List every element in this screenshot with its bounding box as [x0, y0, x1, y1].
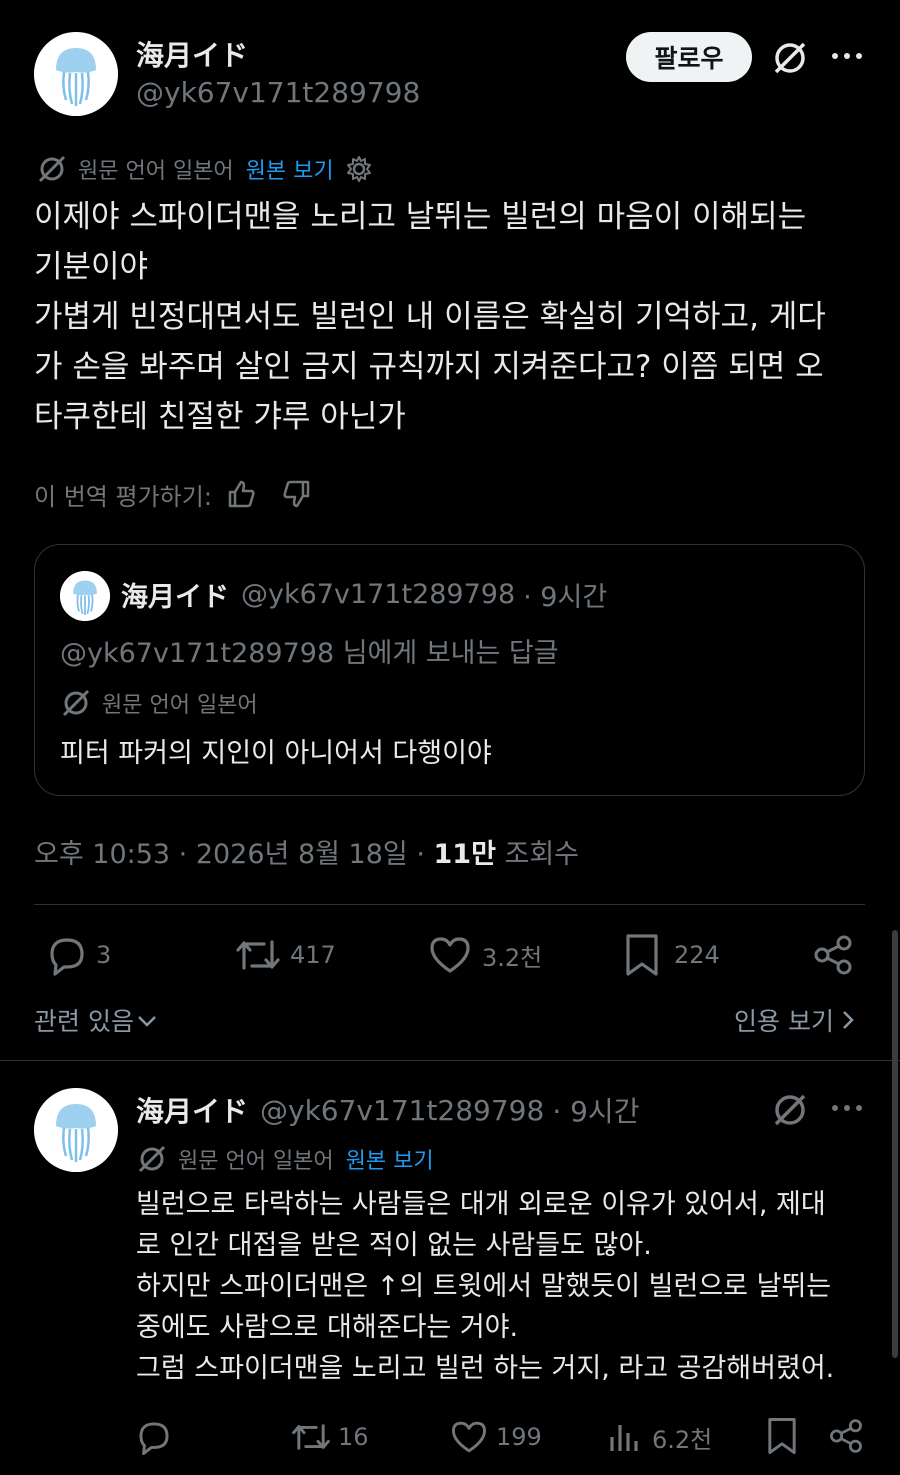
repost-icon — [292, 1424, 330, 1450]
quote-time: · 9시간 — [523, 582, 608, 613]
like-count: 3.2천 — [482, 943, 543, 972]
jellyfish-avatar-icon — [34, 1088, 118, 1172]
more-options-icon[interactable] — [830, 46, 864, 66]
reply-action[interactable]: 3 — [44, 932, 111, 978]
related-label: 관련 있음 — [34, 1007, 134, 1036]
reply-translation-info: 원문 언어 일본어 원본 보기 — [136, 1142, 434, 1176]
quotes-label: 인용 보기 — [734, 1007, 834, 1036]
quote-translation-note: 원문 언어 일본어 — [102, 693, 258, 718]
thumbs-up-icon[interactable] — [226, 478, 258, 510]
related-toggle[interactable]: 관련 있음 — [34, 1002, 158, 1038]
bookmark-icon — [626, 934, 658, 976]
jellyfish-avatar-icon — [60, 571, 110, 621]
quote-reply-to: @yk67v171t289798 님에게 보내는 답글 — [60, 638, 559, 669]
reply-translation-note: 원문 언어 일본어 — [178, 1149, 334, 1174]
jellyfish-avatar-icon — [34, 32, 118, 116]
quote-translation-info: 원문 언어 일본어 — [60, 687, 258, 719]
follow-button[interactable]: 팔로우 — [626, 32, 752, 82]
chevron-right-icon — [843, 1011, 854, 1029]
translation-info: 원문 언어 일본어 원본 보기 — [36, 152, 374, 186]
bookmark-count: 224 — [674, 941, 720, 969]
quote-text: 피터 파커의 지인이 아니어서 다행이야 — [60, 738, 492, 769]
reply-bookmark-icon[interactable] — [764, 1416, 800, 1456]
reply-reply-action[interactable] — [134, 1416, 174, 1458]
reply-grok-icon[interactable] — [770, 1090, 810, 1130]
reply-time[interactable]: · 9시간 — [552, 1090, 639, 1130]
quote-author-handle: @yk67v171t289798 — [241, 579, 516, 610]
grok-icon[interactable] — [770, 38, 810, 78]
reply-header: 海月イド @yk67v171t289798 · 9시간 — [136, 1090, 639, 1130]
rate-translation-label: 이 번역 평가하기: — [34, 482, 212, 511]
view-original-link[interactable]: 원본 보기 — [246, 153, 334, 185]
reply-like-action[interactable]: 199 — [450, 1416, 542, 1458]
quoted-tweet-card[interactable]: 海月イド @yk67v171t289798 · 9시간 @yk67v171t28… — [34, 544, 865, 796]
scrollbar-thumb[interactable] — [892, 930, 898, 1358]
repost-count: 417 — [290, 941, 336, 969]
quote-author-avatar — [60, 571, 110, 621]
timestamp[interactable]: 오후 10:53 · 2026년 8월 18일 · — [34, 839, 434, 870]
thumbs-down-icon[interactable] — [280, 478, 312, 510]
translate-icon — [36, 153, 68, 185]
section-divider — [0, 1060, 900, 1061]
settings-gear-icon[interactable] — [344, 154, 374, 184]
translate-icon — [60, 687, 92, 719]
chevron-down-icon — [138, 1016, 156, 1027]
reply-icon — [139, 1422, 169, 1455]
reply-view-original-link[interactable]: 원본 보기 — [346, 1143, 434, 1175]
tweet-text: 이제야 스파이더맨을 노리고 날뛰는 빌런의 마음이 이해되는 기분이야 가볍게… — [34, 199, 826, 435]
reply-more-options-icon[interactable] — [830, 1098, 864, 1118]
reply-repost-action[interactable]: 16 — [290, 1416, 369, 1458]
author-handle[interactable]: @yk67v171t289798 — [136, 76, 420, 109]
reply-count: 3 — [96, 941, 112, 969]
quote-author-name: 海月イド — [121, 582, 229, 613]
reply-text: 빌런으로 타락하는 사람들은 대개 외로운 이유가 있어서, 제대 로 인간 대… — [136, 1189, 835, 1384]
author-avatar[interactable] — [34, 32, 118, 116]
reply-author-avatar[interactable] — [34, 1088, 118, 1172]
reply-like-count: 199 — [496, 1423, 542, 1451]
heart-icon — [430, 937, 470, 973]
tweet-meta: 오후 10:53 · 2026년 8월 18일 · 11만 조회수 — [34, 832, 579, 871]
like-action[interactable]: 3.2천 — [428, 932, 542, 978]
reply-repost-count: 16 — [338, 1423, 369, 1451]
reply-views-action[interactable]: 6.2천 — [606, 1416, 712, 1458]
reply-author-name[interactable]: 海月イド — [136, 1090, 248, 1130]
translate-icon — [136, 1143, 168, 1175]
view-quotes-link[interactable]: 인용 보기 — [734, 1002, 858, 1038]
translation-note: 원문 언어 일본어 — [78, 159, 234, 184]
reply-icon — [50, 938, 84, 976]
reply-views-count: 6.2천 — [652, 1425, 713, 1454]
rate-translation: 이 번역 평가하기: — [34, 476, 312, 512]
author-name[interactable]: 海月イド — [136, 34, 248, 74]
views-chart-icon — [610, 1425, 638, 1451]
heart-icon — [451, 1421, 487, 1453]
views-count: 11만 — [433, 839, 496, 870]
views-label: 조회수 — [495, 839, 580, 870]
quote-header: 海月イド @yk67v171t289798 · 9시간 — [121, 575, 607, 614]
bookmark-action[interactable]: 224 — [622, 932, 720, 978]
divider — [34, 904, 865, 905]
reply-author-handle[interactable]: @yk67v171t289798 — [260, 1094, 544, 1127]
repost-action[interactable]: 417 — [234, 932, 336, 978]
share-icon[interactable] — [812, 934, 854, 976]
repost-icon — [236, 940, 280, 970]
reply-share-icon[interactable] — [828, 1418, 864, 1454]
